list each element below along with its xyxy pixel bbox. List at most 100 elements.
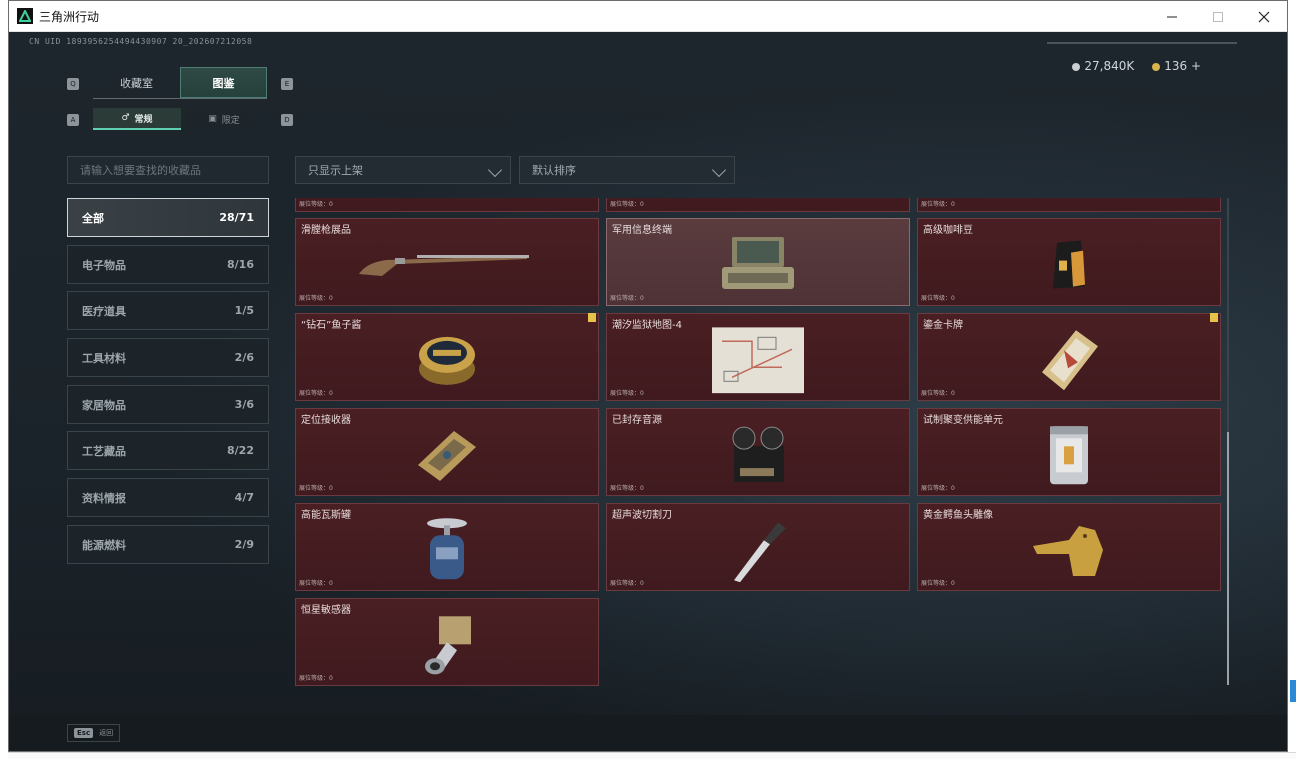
item-card-positioning-receiver[interactable]: 定位接收器 展位等级：0 <box>295 408 599 496</box>
category-label: 电子物品 <box>82 258 126 272</box>
item-card[interactable]: 展位等级：0 <box>917 198 1221 212</box>
tab-prev-key[interactable]: Q <box>67 78 79 90</box>
game-viewport: CN UID 1893956254494430907 20_2026072120… <box>9 32 1287 751</box>
item-level: 展位等级：0 <box>921 295 955 302</box>
chevron-down-icon <box>487 162 503 178</box>
category-label: 医疗道具 <box>82 304 126 318</box>
desktop-bottom-edge <box>8 752 1296 759</box>
esc-key: Esc <box>74 728 94 738</box>
item-level: 展位等级：0 <box>610 201 644 208</box>
sort-label: 默认排序 <box>532 164 576 177</box>
category-crafts[interactable]: 工艺藏品 8/22 <box>67 431 269 470</box>
item-card-diamond-caviar[interactable]: “钻石”鱼子酱 展位等级：0 <box>295 313 599 401</box>
item-level: 展位等级：0 <box>299 295 333 302</box>
fusion-cell-icon <box>1050 426 1088 485</box>
category-label: 工艺藏品 <box>82 444 126 458</box>
title-bar: 三角洲行动 <box>9 1 1287 32</box>
item-card-high-energy-gas-can[interactable]: 高能瓦斯罐 展位等级：0 <box>295 503 599 591</box>
maximize-button[interactable] <box>1195 1 1241 32</box>
category-intel[interactable]: 资料情报 4/7 <box>67 478 269 517</box>
gas-can-icon <box>427 518 467 580</box>
search-input[interactable]: 请输入想要查找的收藏品 <box>67 156 269 184</box>
category-energy[interactable]: 能源燃料 2/9 <box>67 525 269 564</box>
app-logo-icon <box>17 8 33 24</box>
sort-dropdown[interactable]: 默认排序 <box>519 156 735 184</box>
category-label: 能源燃料 <box>82 538 126 552</box>
category-count: 4/7 <box>234 491 254 504</box>
category-household[interactable]: 家居物品 3/6 <box>67 385 269 424</box>
item-name: 鎏金卡牌 <box>923 320 963 331</box>
category-electronics[interactable]: 电子物品 8/16 <box>67 245 269 284</box>
item-level: 展位等级：0 <box>610 485 644 492</box>
item-level: 展位等级：0 <box>921 580 955 587</box>
back-button[interactable]: Esc 返回 <box>67 724 121 742</box>
subtab-regular[interactable]: ♂ 常规 <box>93 108 181 130</box>
cutter-icon <box>734 522 786 583</box>
item-level: 展位等级：0 <box>299 201 333 208</box>
item-card-tidal-prison-map[interactable]: 潮汐监狱地图-4 展位等级：0 <box>606 313 910 401</box>
category-medical[interactable]: 医疗道具 1/5 <box>67 291 269 330</box>
item-card-star-sensor[interactable]: 恒星敏感器 展位等级：0 <box>295 598 599 686</box>
category-count: 3/6 <box>234 398 254 411</box>
subtab-regular-label: 常规 <box>134 114 153 125</box>
item-level: 展位等级：0 <box>299 675 333 682</box>
item-name: 高级咖啡豆 <box>923 225 973 236</box>
item-name: 滑膛枪展品 <box>301 225 351 236</box>
subtab-next-key[interactable]: D <box>281 114 293 126</box>
item-level: 展位等级：0 <box>921 485 955 492</box>
currency-b[interactable]: 136 + <box>1152 59 1201 73</box>
item-name: 高能瓦斯罐 <box>301 510 351 521</box>
category-label: 工具材料 <box>82 351 126 365</box>
item-card[interactable]: 展位等级：0 <box>295 198 599 212</box>
currency-b-value: 136 + <box>1164 59 1201 73</box>
tab-collection-room[interactable]: 收藏室 <box>93 67 180 98</box>
item-name: 试制聚变供能单元 <box>923 415 1003 426</box>
subtab-limited[interactable]: ▣ 限定 <box>181 108 267 130</box>
category-label: 资料情报 <box>82 491 126 505</box>
item-name: “钻石”鱼子酱 <box>301 320 362 331</box>
gilded-card-icon <box>1042 330 1098 391</box>
regular-icon: ♂ <box>121 113 130 123</box>
currency-a: 27,840K <box>1072 59 1134 73</box>
map-icon <box>712 327 804 394</box>
tab-next-key[interactable]: E <box>281 78 293 90</box>
category-label: 家居物品 <box>82 398 126 412</box>
back-label: 返回 <box>99 729 114 737</box>
item-card-prototype-fusion-cell[interactable]: 试制聚变供能单元 展位等级：0 <box>917 408 1221 496</box>
new-badge-icon <box>588 313 596 322</box>
category-tools[interactable]: 工具材料 2/6 <box>67 338 269 377</box>
caviar-tin-icon <box>419 336 475 385</box>
item-card[interactable]: 展位等级：0 <box>606 198 910 212</box>
musket-icon <box>359 255 529 276</box>
item-card-premium-coffee[interactable]: 高级咖啡豆 展位等级：0 <box>917 218 1221 306</box>
item-card-ultrasonic-cutter[interactable]: 超声波切割刀 展位等级：0 <box>606 503 910 591</box>
item-card-gold-crocodile-statue[interactable]: 黄金鳄鱼头雕像 展位等级：0 <box>917 503 1221 591</box>
chevron-down-icon <box>711 162 727 178</box>
item-level: 展位等级：0 <box>921 390 955 397</box>
item-card-gilded-card[interactable]: 鎏金卡牌 展位等级：0 <box>917 313 1221 401</box>
desktop-right-edge <box>1288 0 1296 759</box>
category-all[interactable]: 全部 28/71 <box>67 198 269 237</box>
filter-listed-dropdown[interactable]: 只显示上架 <box>295 156 511 184</box>
desktop-blue-tab <box>1290 680 1296 702</box>
grid-scrollbar-thumb[interactable] <box>1227 432 1229 685</box>
category-count: 1/5 <box>234 304 254 317</box>
tab-divider <box>93 98 267 99</box>
item-card-sealed-audio[interactable]: 已封存音源 展位等级：0 <box>606 408 910 496</box>
item-name: 定位接收器 <box>301 415 351 426</box>
item-level: 展位等级：0 <box>299 485 333 492</box>
window-title: 三角洲行动 <box>39 9 100 24</box>
item-card-military-terminal[interactable]: 军用信息终端 展位等级：0 <box>606 218 910 306</box>
item-level: 展位等级：0 <box>299 390 333 397</box>
minimize-button[interactable] <box>1149 1 1195 32</box>
item-card-musket[interactable]: 滑膛枪展品 展位等级：0 <box>295 218 599 306</box>
tab-catalog[interactable]: 图鉴 <box>180 67 267 98</box>
subtab-limited-label: 限定 <box>221 115 240 126</box>
subtab-prev-key[interactable]: A <box>67 114 79 126</box>
category-count: 2/6 <box>234 351 254 364</box>
item-level: 展位等级：0 <box>610 295 644 302</box>
category-count: 28/71 <box>219 211 254 224</box>
item-name: 军用信息终端 <box>612 225 672 236</box>
close-button[interactable] <box>1241 1 1287 32</box>
footer-bar: Esc 返回 <box>9 715 1287 751</box>
